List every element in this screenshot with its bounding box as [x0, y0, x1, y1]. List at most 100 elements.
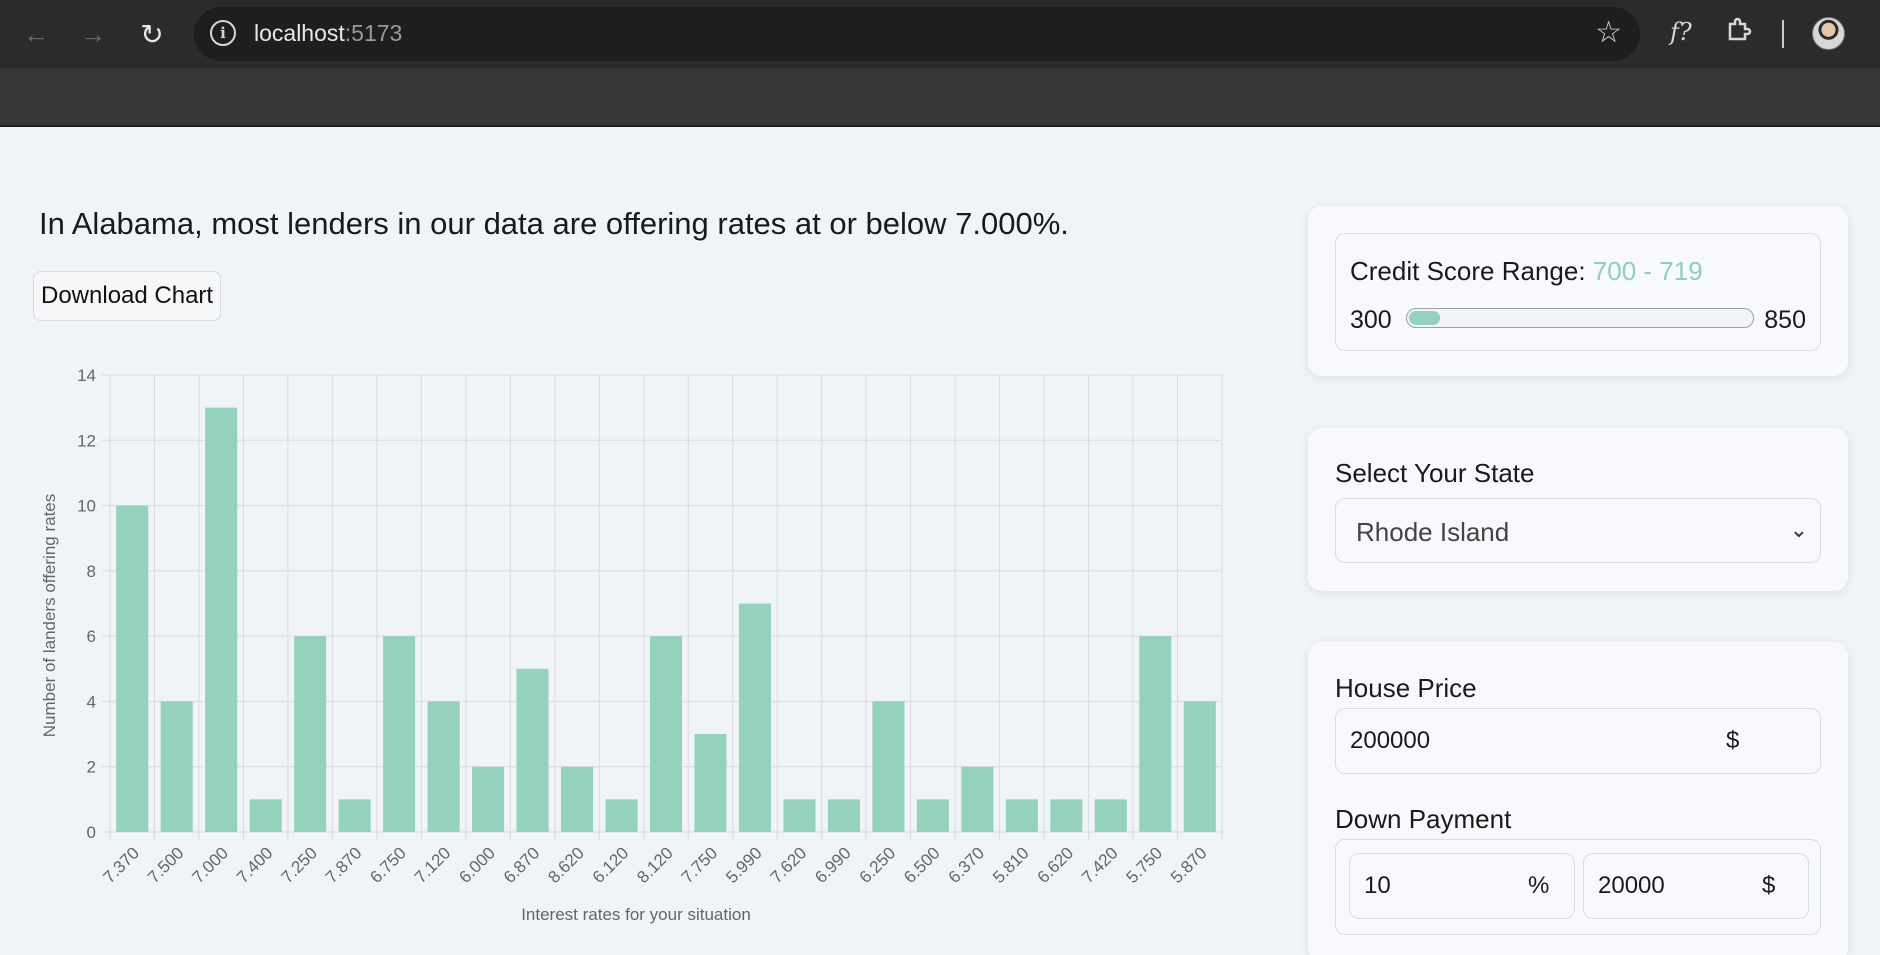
x-tick-label: 6.000: [455, 843, 499, 887]
x-tick-label: 7.750: [678, 843, 722, 887]
y-tick-label: 8: [87, 562, 96, 581]
house-price-field[interactable]: 200000 $: [1335, 708, 1821, 774]
x-tick-label: 7.870: [322, 843, 366, 887]
bar: [116, 505, 149, 832]
chevron-down-icon: ⌄: [1789, 517, 1808, 542]
bar: [605, 799, 638, 832]
reload-icon[interactable]: ↻: [132, 14, 172, 54]
down-payment-amount-field[interactable]: 20000 $: [1583, 853, 1809, 919]
download-chart-button[interactable]: Download Chart: [33, 271, 222, 321]
credit-score-card: Credit Score Range: 700 - 719 300 850: [1308, 206, 1848, 376]
x-tick-label: 7.250: [277, 843, 321, 887]
x-tick-label: 7.420: [1078, 843, 1122, 887]
bar: [472, 766, 505, 832]
x-tick-label: 6.120: [589, 843, 633, 887]
bar: [649, 636, 683, 832]
avatar[interactable]: [1812, 17, 1845, 50]
bar: [872, 701, 905, 832]
x-tick-label: 7.620: [767, 843, 811, 887]
bar: [783, 799, 816, 832]
bar: [1183, 701, 1216, 832]
y-tick-label: 14: [77, 366, 96, 385]
state-card: Select Your State Rhode Island ⌄: [1308, 428, 1848, 591]
forward-icon[interactable]: →: [73, 14, 113, 54]
down-payment-group: 10 % 20000 $: [1335, 839, 1821, 935]
loan-details-card: House Price 200000 $ Down Payment 10 % 2…: [1308, 642, 1848, 955]
credit-score-range: 700 - 719: [1592, 256, 1703, 286]
toolbar-divider: [0, 125, 1880, 127]
down-payment-percent-value: 10: [1364, 872, 1391, 899]
x-tick-label: 7.500: [144, 843, 188, 887]
bar: [916, 799, 949, 832]
bar: [205, 407, 238, 832]
state-select[interactable]: Rhode Island ⌄: [1335, 498, 1821, 563]
bar: [561, 766, 594, 832]
house-price-unit: $: [1726, 727, 1740, 754]
y-tick-label: 6: [87, 627, 96, 646]
x-tick-label: 7.120: [411, 843, 455, 887]
fx-icon[interactable]: f?: [1670, 18, 1692, 46]
credit-score-label: Credit Score Range: 700 - 719: [1350, 256, 1703, 287]
down-payment-label: Down Payment: [1335, 804, 1512, 834]
credit-score-slider-fill[interactable]: [1409, 311, 1440, 325]
x-tick-label: 6.250: [856, 843, 900, 887]
credit-min-label: 300: [1350, 306, 1392, 334]
x-tick-label: 6.500: [900, 843, 944, 887]
down-payment-amount-unit: $: [1762, 872, 1776, 899]
bar: [516, 668, 549, 832]
url-host: localhost: [254, 20, 345, 46]
info-icon[interactable]: i: [210, 20, 236, 46]
y-tick-label: 4: [87, 692, 96, 711]
x-tick-label: 7.000: [189, 843, 233, 887]
credit-score-title: Credit Score Range:: [1350, 256, 1593, 286]
toolbar-separator: [1782, 20, 1784, 48]
bar: [249, 799, 282, 832]
x-tick-label: 6.620: [1034, 843, 1078, 887]
state-select-value: Rhode Island: [1356, 517, 1510, 547]
credit-max-label: 850: [1764, 306, 1806, 334]
x-tick-label: 5.750: [1123, 843, 1167, 887]
x-tick-label: 5.810: [989, 843, 1033, 887]
bar: [827, 799, 860, 832]
x-tick-label: 6.870: [500, 843, 544, 887]
bar: [961, 766, 994, 832]
x-tick-label: 6.750: [366, 843, 410, 887]
house-price-label: House Price: [1335, 673, 1477, 703]
bar: [738, 603, 771, 832]
bar: [160, 701, 193, 832]
y-axis-title: Number of landers offering rates: [40, 494, 59, 737]
bar: [694, 734, 727, 832]
state-label: Select Your State: [1335, 458, 1535, 488]
x-axis-title: Interest rates for your situation: [521, 905, 751, 924]
star-icon[interactable]: ☆: [1595, 15, 1622, 50]
x-tick-label: 8.120: [633, 843, 677, 887]
y-tick-label: 12: [77, 431, 96, 450]
back-icon[interactable]: ←: [16, 14, 56, 54]
address-bar[interactable]: i localhost:5173 ☆: [194, 7, 1640, 61]
rates-chart-svg: 0 2 4 6 8 10 12 14 7.370 7.500 7.000 7.400 7.250 7.87…: [40, 366, 1223, 924]
browser-toolbar: ← → ↻ i localhost:5173 ☆ f?: [0, 0, 1880, 127]
y-tick-label: 0: [87, 823, 96, 842]
bar: [427, 701, 460, 832]
page-headline: In Alabama, most lenders in our data are…: [39, 206, 1069, 241]
down-payment-amount-value: 20000: [1598, 872, 1665, 899]
bar: [1005, 799, 1038, 832]
puzzle-icon[interactable]: [1725, 14, 1755, 51]
x-tick-label: 5.990: [722, 843, 766, 887]
x-tick-label: 6.370: [945, 843, 989, 887]
x-tick-label: 6.990: [811, 843, 855, 887]
x-tick-label: 7.400: [233, 843, 277, 887]
y-tick-label: 10: [77, 497, 96, 516]
bar: [338, 799, 371, 832]
x-tick-label: 7.370: [100, 843, 144, 887]
bar: [1050, 799, 1083, 832]
rates-chart: 0 2 4 6 8 10 12 14 7.370 7.500 7.000 7.400 7.250 7.87…: [30, 360, 1240, 930]
y-tick-label: 2: [87, 758, 96, 777]
credit-score-slider[interactable]: [1406, 308, 1754, 328]
down-payment-percent-field[interactable]: 10 %: [1349, 853, 1575, 919]
bar: [383, 636, 416, 832]
url-text[interactable]: localhost:5173: [254, 20, 402, 47]
bar: [294, 636, 327, 832]
credit-score-panel: Credit Score Range: 700 - 719 300 850: [1335, 233, 1821, 351]
x-tick-label: 5.870: [1167, 843, 1211, 887]
